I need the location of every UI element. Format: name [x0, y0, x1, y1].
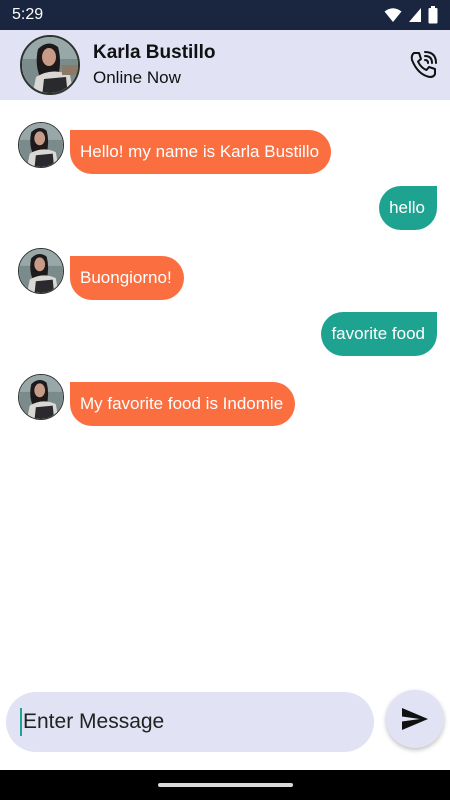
message-input-placeholder: Enter Message: [23, 710, 165, 733]
status-bar: 5:29: [0, 0, 450, 30]
message-row-incoming: Hello! my name is Karla Bustillo: [0, 122, 450, 174]
status-time: 5:29: [12, 6, 44, 23]
contact-avatar[interactable]: [20, 35, 80, 95]
cellular-signal-icon: [409, 8, 421, 22]
send-button[interactable]: [386, 690, 444, 748]
home-gesture-handle[interactable]: [157, 783, 293, 787]
phone-call-icon: [410, 51, 437, 78]
message-row-incoming: Buongiorno!: [0, 248, 450, 300]
message-avatar: [18, 374, 64, 420]
status-icons: [384, 6, 438, 24]
message-composer: Enter Message: [0, 690, 450, 760]
call-button[interactable]: [408, 50, 438, 80]
contact-name: Karla Bustillo: [93, 41, 216, 63]
send-icon: [402, 708, 428, 730]
contact-status: Online Now: [93, 67, 181, 87]
message-row-outgoing: favorite food: [0, 312, 450, 356]
contact-info: Karla Bustillo Online Now: [93, 41, 215, 90]
message-avatar: [18, 122, 64, 168]
battery-icon: [428, 6, 438, 24]
text-caret: [20, 708, 22, 736]
message-row-incoming: My favorite food is Indomie: [0, 374, 450, 426]
message-row-outgoing: hello: [0, 186, 450, 230]
message-bubble-incoming[interactable]: Buongiorno!: [70, 256, 184, 300]
message-list[interactable]: Hello! my name is Karla Bustillo hello B…: [0, 100, 450, 690]
avatar-photo: [22, 37, 78, 93]
message-bubble-incoming[interactable]: My favorite food is Indomie: [70, 382, 296, 426]
chat-header: Karla Bustillo Online Now: [0, 30, 450, 100]
navigation-bar: [0, 770, 450, 800]
message-bubble-incoming[interactable]: Hello! my name is Karla Bustillo: [70, 130, 332, 174]
wifi-icon: [384, 8, 402, 22]
message-input[interactable]: Enter Message: [6, 692, 374, 752]
message-avatar: [18, 248, 64, 294]
message-bubble-outgoing[interactable]: hello: [379, 186, 437, 230]
message-bubble-outgoing[interactable]: favorite food: [321, 312, 437, 356]
